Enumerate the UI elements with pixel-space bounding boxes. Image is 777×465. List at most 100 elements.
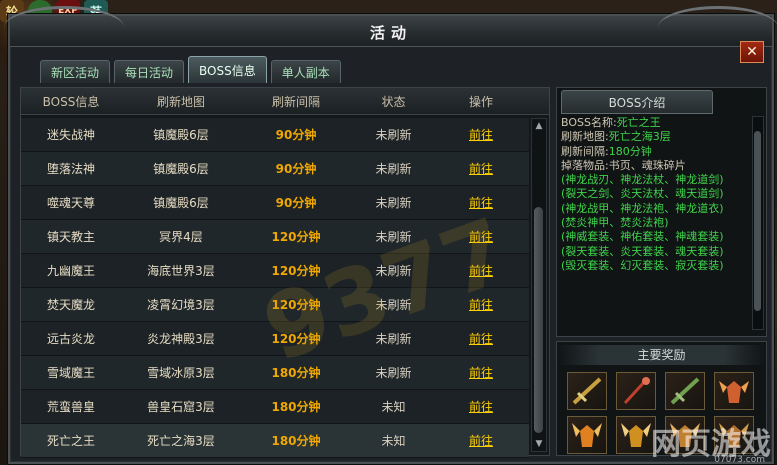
reward-slot[interactable] — [567, 372, 607, 410]
boss-name: 死亡之王 — [46, 434, 95, 448]
refresh-map-label: 刷新地图: — [561, 130, 609, 144]
header-map: 刷新地图 — [156, 94, 205, 109]
refresh-interval-label: 刷新间隔: — [561, 144, 609, 158]
refresh-map: 凌霄幻境3层 — [147, 298, 215, 312]
info-scrollbar[interactable] — [752, 116, 764, 330]
reward-slot[interactable] — [714, 372, 754, 410]
refresh-map: 炎龙神殿3层 — [147, 332, 215, 346]
header-status: 状态 — [381, 94, 406, 109]
refresh-map: 兽皇石窟3层 — [147, 400, 215, 414]
reward-slot[interactable] — [616, 372, 656, 410]
drops-label: 掉落物品: — [561, 158, 609, 172]
info-scroll-thumb[interactable] — [754, 131, 761, 311]
refresh-status: 未知 — [381, 434, 406, 448]
boss-name: 九幽魔王 — [46, 264, 95, 278]
refresh-map: 海底世界3层 — [147, 264, 215, 278]
refresh-status: 未知 — [381, 400, 406, 414]
drop-item: (焚炎神甲、焚炎法袍) — [561, 216, 669, 230]
refresh-map-value: 死亡之海3层 — [608, 130, 671, 144]
refresh-interval: 90分钟 — [275, 196, 317, 210]
table-row[interactable]: 堕落法神 镇魔殿6层 90分钟 未刷新 前往 — [21, 152, 529, 186]
goto-link[interactable]: 前往 — [469, 400, 493, 414]
refresh-map: 死亡之海3层 — [147, 434, 215, 448]
winged-armor-icon — [719, 381, 749, 403]
table-row[interactable]: 荒蛮兽皇 兽皇石窟3层 180分钟 未知 前往 — [21, 390, 529, 424]
flame-armor-icon — [621, 423, 651, 447]
refresh-map: 镇魔殿6层 — [153, 196, 209, 210]
drop-item: (裂天套装、炎天套装、魂天套装) — [561, 244, 724, 258]
goto-link[interactable]: 前往 — [469, 332, 493, 346]
flame-armor-icon — [572, 423, 602, 447]
refresh-interval: 180分钟 — [271, 400, 321, 414]
goto-link[interactable]: 前往 — [469, 434, 493, 448]
refresh-status: 未刷新 — [375, 298, 412, 312]
reward-slot[interactable] — [665, 372, 705, 410]
refresh-status: 未刷新 — [375, 196, 412, 210]
table-row[interactable]: 九幽魔王 海底世界3层 120分钟 未刷新 前往 — [21, 254, 529, 288]
boss-name: 雪域魔王 — [46, 366, 95, 380]
boss-table-panel: BOSS信息 刷新地图 刷新间隔 状态 操作 迷失战神 镇魔殿6层 90分钟 未… — [20, 87, 550, 458]
reward-slot[interactable] — [616, 416, 656, 454]
boss-name: 荒蛮兽皇 — [46, 400, 95, 414]
activity-window: 活动 ✕ 新区活动 每日活动 BOSS信息 单人副本 BOSS信息 刷新地图 刷… — [4, 6, 777, 464]
table-row[interactable]: 死亡之王 死亡之海3层 180分钟 未知 前往 — [21, 424, 529, 458]
table-row[interactable]: 迷失战神 镇魔殿6层 90分钟 未刷新 前往 — [21, 118, 529, 152]
goto-link[interactable]: 前往 — [469, 230, 493, 244]
drop-item: (神威套装、神佑套装、神魂套装) — [561, 230, 724, 244]
table-row[interactable]: 镇天教主 冥界4层 120分钟 未刷新 前往 — [21, 220, 529, 254]
goto-link[interactable]: 前往 — [469, 298, 493, 312]
tab-solo-dungeon[interactable]: 单人副本 — [270, 60, 341, 83]
close-icon: ✕ — [746, 44, 758, 60]
green-blade-icon — [670, 377, 700, 405]
boss-name-value: 死亡之王 — [616, 116, 661, 129]
header-boss: BOSS信息 — [42, 94, 100, 109]
goto-link[interactable]: 前往 — [469, 128, 493, 142]
drop-item: (裂天之剑、炎天法杖、魂天道剑) — [561, 187, 724, 201]
refresh-interval: 120分钟 — [271, 264, 321, 278]
boss-info-panel: BOSS介绍 BOSS名称:死亡之王 刷新地图:死亡之海3层 刷新间隔:180分… — [556, 87, 767, 337]
table-row[interactable]: 远古炎龙 炎龙神殿3层 120分钟 未刷新 前往 — [21, 322, 529, 356]
drop-item: (神龙战刃、神龙法杖、神龙道剑) — [561, 173, 724, 187]
refresh-interval: 90分钟 — [275, 128, 317, 142]
refresh-interval: 90分钟 — [275, 162, 317, 176]
table-row[interactable]: 焚天魔龙 凌霄幻境3层 120分钟 未刷新 前往 — [21, 288, 529, 322]
goto-link[interactable]: 前往 — [469, 162, 493, 176]
reward-slot[interactable] — [567, 416, 607, 454]
refresh-status: 未刷新 — [375, 162, 412, 176]
refresh-status: 未刷新 — [375, 128, 412, 142]
boss-name: 堕落法神 — [46, 162, 95, 176]
refresh-map: 冥界4层 — [159, 230, 203, 244]
header-interval: 刷新间隔 — [271, 94, 320, 109]
goto-link[interactable]: 前往 — [469, 264, 493, 278]
close-button[interactable]: ✕ — [740, 41, 764, 63]
tab-boss-info[interactable]: BOSS信息 — [188, 56, 267, 83]
boss-name: 噬魂天尊 — [46, 196, 95, 210]
refresh-interval: 120分钟 — [271, 332, 321, 346]
window-titlebar[interactable]: 活动 — [4, 6, 777, 47]
tab-daily-events[interactable]: 每日活动 — [114, 60, 185, 83]
header-operation: 操作 — [468, 94, 493, 109]
boss-info-tab[interactable]: BOSS介绍 — [561, 90, 713, 114]
refresh-interval: 180分钟 — [271, 434, 321, 448]
scroll-thumb[interactable] — [534, 207, 543, 433]
scroll-down-arrow-icon[interactable]: ▼ — [532, 437, 546, 451]
boss-name: 迷失战神 — [46, 128, 95, 142]
gold-sword-icon — [572, 377, 602, 405]
goto-link[interactable]: 前往 — [469, 196, 493, 210]
refresh-map: 镇魔殿6层 — [153, 128, 209, 142]
red-staff-icon — [623, 377, 650, 405]
boss-name: 远古炎龙 — [46, 332, 95, 346]
boss-name: 焚天魔龙 — [46, 298, 95, 312]
refresh-status: 未刷新 — [375, 332, 412, 346]
scroll-up-arrow-icon[interactable]: ▲ — [532, 119, 546, 133]
table-row[interactable]: 雪域魔王 雪域冰原3层 180分钟 未刷新 前往 — [21, 356, 529, 390]
tab-new-server-events[interactable]: 新区活动 — [40, 60, 111, 83]
table-scrollbar[interactable]: ▲ ▼ — [531, 118, 547, 452]
window-title: 活动 — [369, 24, 412, 42]
rewards-title: 主要奖励 — [557, 345, 766, 365]
tab-bar: 新区活动 每日活动 BOSS信息 单人副本 — [40, 56, 341, 83]
refresh-status: 未刷新 — [375, 264, 412, 278]
table-header: BOSS信息 刷新地图 刷新间隔 状态 操作 — [21, 88, 549, 115]
table-row[interactable]: 噬魂天尊 镇魔殿6层 90分钟 未刷新 前往 — [21, 186, 529, 220]
goto-link[interactable]: 前往 — [469, 366, 493, 380]
